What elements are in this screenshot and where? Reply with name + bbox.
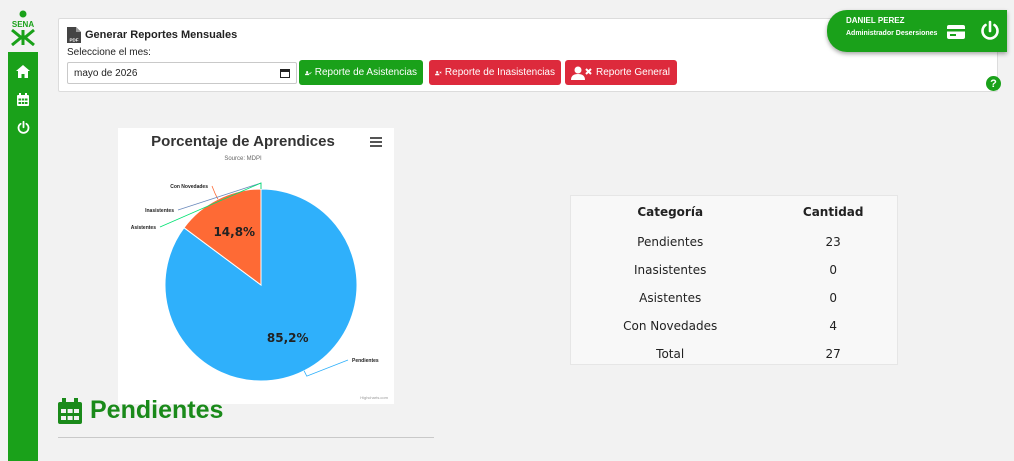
header-categoria: Categoría <box>637 205 704 219</box>
section-title: Pendientes <box>58 396 223 425</box>
id-card-icon[interactable] <box>946 22 966 42</box>
chart-title: Porcentaje de Aprendices <box>151 133 335 150</box>
user-x-icon <box>435 70 442 75</box>
home-icon <box>16 64 30 78</box>
table-cell: Pendientes <box>637 235 704 249</box>
table-cell: 0 <box>829 291 837 305</box>
table-cell: Inasistentes <box>634 263 707 277</box>
panel-title: PDF Generar Reportes Mensuales <box>67 27 237 43</box>
calendar-picker-icon[interactable] <box>280 68 290 78</box>
table-row: Asistentes 0 <box>571 284 897 312</box>
report-asistencias-label: Reporte de Asistencias <box>314 67 417 78</box>
sidebar-item-calendar[interactable] <box>8 86 38 112</box>
month-label: Seleccione el mes: <box>67 47 151 58</box>
report-asistencias-button[interactable]: Reporte de Asistencias <box>299 60 423 85</box>
report-inasistencias-label: Reporte de Inasistencias <box>444 67 555 78</box>
pie-data-label: 14,8% <box>213 225 255 239</box>
help-icon[interactable]: ? <box>986 76 1001 91</box>
chart-subtitle: Source: MDPI <box>224 156 262 162</box>
summary-table: Categoría Cantidad Pendientes 23 Inasist… <box>571 196 897 368</box>
table-row: Inasistentes 0 <box>571 256 897 284</box>
header-cantidad: Cantidad <box>802 205 864 219</box>
chart-menu-icon[interactable] <box>370 137 382 147</box>
table-cell: Asistentes <box>639 291 702 305</box>
user-name: DANIEL PEREZ <box>846 16 905 25</box>
sidebar-nav <box>8 52 38 461</box>
pie-category-label: Pendientes <box>352 358 379 364</box>
table-cell: 23 <box>825 235 841 249</box>
panel-title-text: Generar Reportes Mensuales <box>85 29 238 41</box>
section-divider <box>58 437 434 438</box>
user-x-icon <box>571 66 592 80</box>
sidebar-item-logout[interactable] <box>8 114 38 140</box>
month-input[interactable]: mayo de 2026 <box>67 62 297 84</box>
sidebar: SENA <box>0 0 46 461</box>
report-inasistencias-button[interactable]: Reporte de Inasistencias <box>429 60 561 85</box>
logout-power-icon[interactable] <box>980 20 1000 42</box>
sidebar-item-home[interactable] <box>8 58 38 84</box>
pie-chart-card: 85,2% 14,8% Pendientes Con Novedades Inasist… <box>118 128 394 404</box>
table-cell: 0 <box>829 263 837 277</box>
table-cell: 4 <box>829 319 837 333</box>
table-row: Pendientes 23 <box>571 228 897 256</box>
report-general-button[interactable]: Reporte General <box>565 60 677 85</box>
pie-category-label: Con Novedades <box>170 184 208 190</box>
table-cell: 27 <box>825 347 841 361</box>
user-card: DANIEL PEREZ Administrador Desersiones <box>827 10 1007 52</box>
chart-credits[interactable]: Highcharts.com <box>360 395 388 400</box>
table-row: Con Novedades 4 <box>571 312 897 340</box>
pdf-icon: PDF <box>67 27 81 43</box>
table-cell: Total <box>656 347 685 361</box>
user-check-icon <box>305 70 312 75</box>
user-role: Administrador Desersiones <box>846 30 938 37</box>
table-header-row: Categoría Cantidad <box>571 196 897 228</box>
report-general-label: Reporte General <box>596 67 670 78</box>
month-value: mayo de 2026 <box>74 67 138 79</box>
pie-chart: 85,2% 14,8% Pendientes Con Novedades Inasist… <box>131 182 379 382</box>
table-row: Total 27 <box>571 340 897 368</box>
sena-logo: SENA <box>8 10 38 47</box>
pie-category-label: Inasistentes <box>145 208 174 214</box>
power-icon <box>17 120 29 134</box>
calendar-icon <box>17 92 29 106</box>
section-title-text: Pendientes <box>90 396 224 424</box>
logo-text: SENA <box>12 20 34 29</box>
pie-category-label: Asistentes <box>131 225 157 231</box>
summary-table-card: Categoría Cantidad Pendientes 23 Inasist… <box>570 195 898 365</box>
calendar-icon <box>58 397 82 424</box>
svg-text:PDF: PDF <box>70 37 79 42</box>
table-cell: Con Novedades <box>623 319 718 333</box>
pie-data-label: 85,2% <box>267 331 309 345</box>
